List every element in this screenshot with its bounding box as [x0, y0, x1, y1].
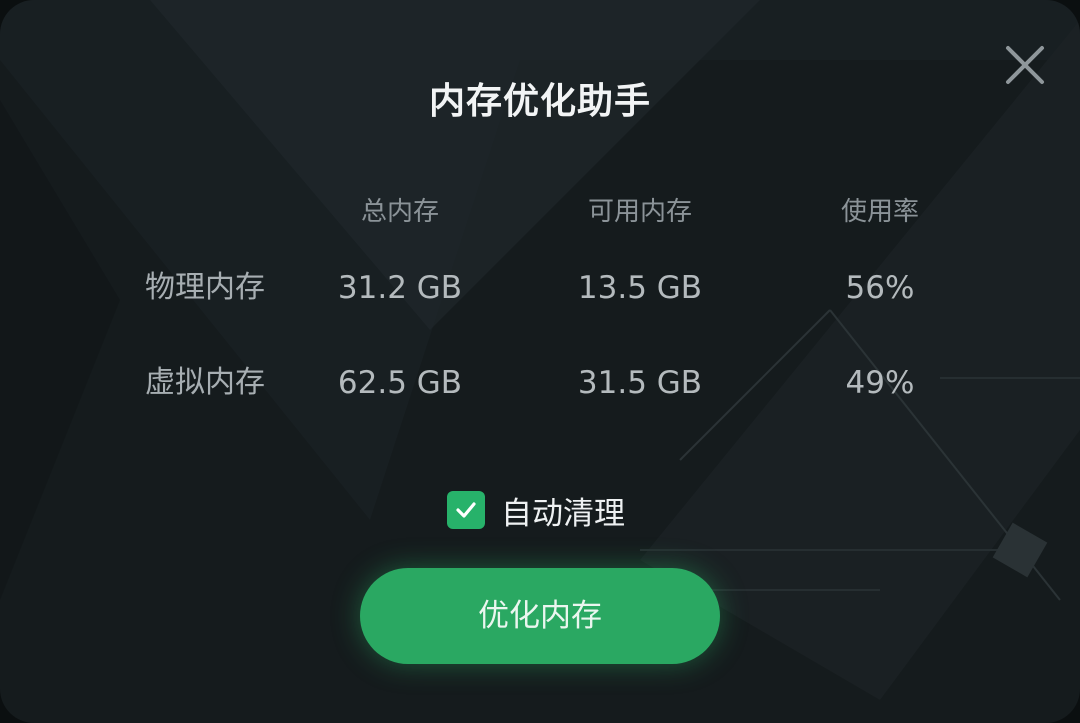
header-available-memory: 可用内存	[587, 197, 692, 227]
memory-optimizer-dialog: 内存优化助手 总内存 可用内存 使用率 物理内存 31.2 GB 13.5 GB…	[0, 0, 1080, 723]
auto-clean-label: 自动清理	[501, 495, 625, 532]
close-icon	[1006, 46, 1044, 84]
auto-clean-checkbox[interactable]	[447, 491, 485, 529]
checkmark-icon	[456, 502, 476, 518]
physical-usage-value: 56%	[845, 270, 915, 306]
optimize-memory-button[interactable]: 优化内存	[360, 568, 720, 664]
close-button[interactable]	[1000, 40, 1050, 90]
physical-total-value: 31.2 GB	[337, 270, 463, 306]
auto-clean-option[interactable]: 自动清理	[447, 489, 625, 532]
physical-available-value: 13.5 GB	[577, 270, 703, 306]
virtual-available-value: 31.5 GB	[577, 365, 703, 401]
dialog-title: 内存优化助手	[428, 81, 651, 122]
row-label-virtual-memory: 虚拟内存	[145, 365, 265, 400]
header-usage-rate: 使用率	[840, 197, 919, 227]
header-total-memory: 总内存	[360, 197, 439, 227]
virtual-total-value: 62.5 GB	[337, 365, 463, 401]
row-label-physical-memory: 物理内存	[145, 270, 265, 305]
virtual-usage-value: 49%	[845, 365, 915, 401]
